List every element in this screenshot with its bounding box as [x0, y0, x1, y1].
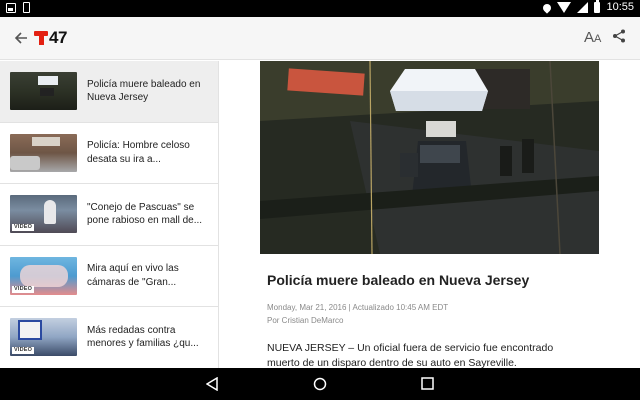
- video-badge: VIDEO: [12, 224, 35, 232]
- list-item[interactable]: VIDEO Mira aquí en vivo las cámaras de "…: [0, 246, 218, 307]
- signal-icon: [577, 1, 589, 13]
- arrow-left-icon: [14, 32, 27, 44]
- battery-icon: [594, 0, 601, 13]
- status-right: 10:55: [541, 0, 634, 14]
- article-title: Policía muere baleado en Nueva Jersey: [267, 272, 530, 288]
- share-button[interactable]: [612, 29, 630, 47]
- nav-home-button[interactable]: [313, 377, 327, 391]
- telemundo-t-icon: [34, 30, 48, 46]
- video-badge: VIDEO: [12, 347, 35, 355]
- wifi-icon: [557, 1, 572, 13]
- thumbnail-image: VIDEO: [10, 195, 77, 234]
- station-logo[interactable]: 47: [34, 27, 67, 49]
- square-recents-icon: [421, 377, 434, 390]
- nav-back-button[interactable]: [205, 376, 218, 396]
- article-date: Monday, Mar 21, 2016 | Actualizado 10:45…: [267, 303, 449, 312]
- list-item-title: Mira aquí en vivo las cámaras de "Gran..…: [87, 263, 179, 288]
- list-item[interactable]: VIDEO Más redadas contra menores y famil…: [0, 307, 218, 368]
- image-icon: [6, 2, 16, 13]
- phone-icon: [23, 2, 30, 13]
- article-author: Por Cristian DeMarco: [267, 316, 344, 325]
- font-size-label-small: A: [594, 33, 602, 45]
- thumbnail-image: [10, 72, 77, 111]
- list-item[interactable]: Policía: Hombre celoso desata su ira a..…: [0, 123, 218, 184]
- status-bar: 10:55: [0, 0, 640, 17]
- status-time: 10:55: [606, 1, 634, 13]
- list-item-title: Policía muere baleado en Nueva Jersey: [87, 78, 201, 104]
- list-item-title: "Conejo de Pascuas" se pone rabioso en m…: [87, 201, 203, 227]
- list-item[interactable]: VIDEO "Conejo de Pascuas" se pone rabios…: [0, 184, 218, 246]
- list-item-title: Policía: Hombre celoso desata su ira a..…: [87, 140, 190, 165]
- logo-number: 47: [49, 28, 67, 47]
- article-list: Policía muere baleado en Nueva Jersey Po…: [0, 61, 219, 368]
- article-body: NUEVA JERSEY – Un oficial fuera de servi…: [267, 342, 554, 368]
- article-detail: Policía muere baleado en Nueva Jersey Mo…: [220, 61, 640, 368]
- circle-home-icon: [313, 377, 327, 391]
- thumbnail-image: VIDEO: [10, 318, 77, 357]
- font-size-label-big: A: [584, 29, 595, 46]
- share-icon: [613, 29, 625, 43]
- thumbnail-image: [10, 133, 77, 172]
- app-bar: 47 AA: [0, 17, 640, 60]
- triangle-back-icon: [205, 376, 218, 392]
- video-badge: VIDEO: [12, 285, 35, 293]
- back-button[interactable]: [10, 27, 32, 49]
- list-item[interactable]: Policía muere baleado en Nueva Jersey: [0, 61, 218, 123]
- status-left: [6, 2, 30, 13]
- list-item-title: Más redadas contra menores y familias ¿q…: [87, 324, 199, 350]
- nav-recents-button[interactable]: [421, 377, 434, 390]
- hero-image[interactable]: [260, 61, 599, 254]
- system-nav-bar: [0, 368, 640, 400]
- location-icon: [541, 1, 554, 14]
- font-size-button[interactable]: AA: [584, 29, 606, 49]
- thumbnail-image: VIDEO: [10, 256, 77, 295]
- aerial-scene-image: [260, 61, 599, 254]
